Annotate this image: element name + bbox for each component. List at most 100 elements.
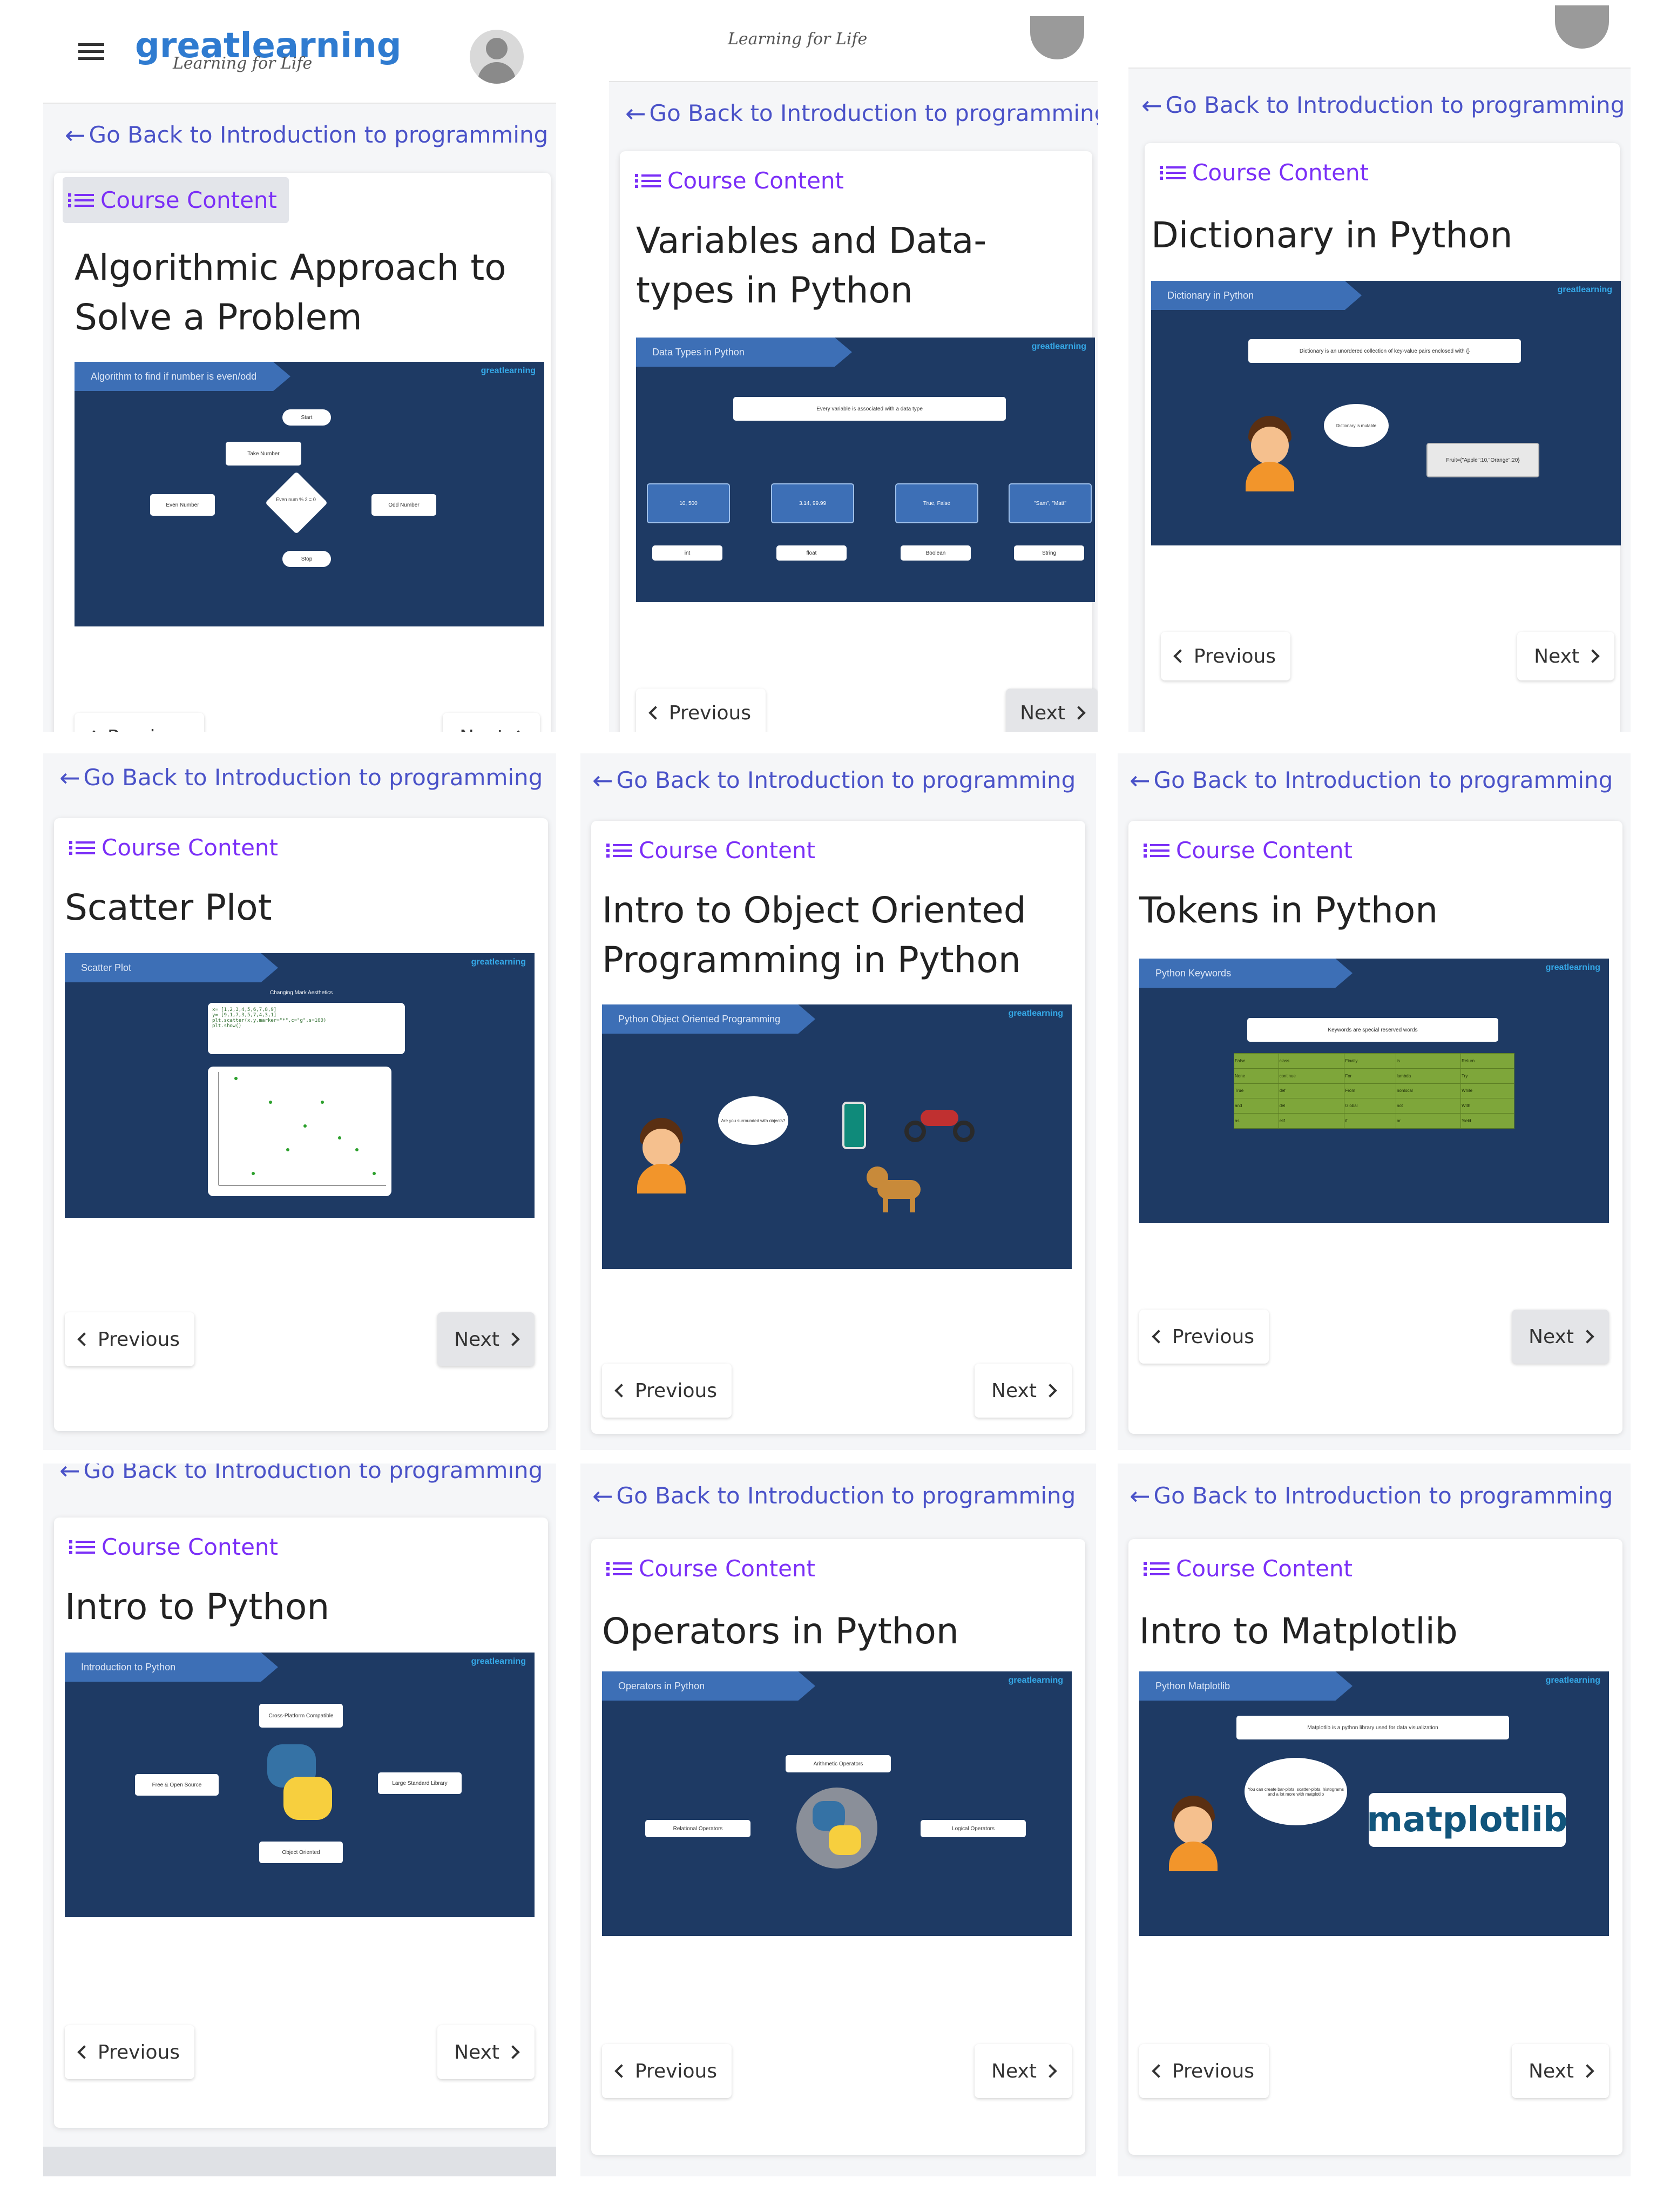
next-label: Next [991,2060,1037,2082]
next-label: Next [459,726,505,732]
next-button[interactable]: Next [1512,1310,1609,1364]
scatter-point [321,1101,324,1104]
chevron-right-icon [1580,1330,1594,1344]
screenshot-panel-9: ← Go Back to Introduction to programming … [1118,1464,1631,2176]
page-title: Dictionary in Python [1151,214,1513,256]
previous-button[interactable]: Previous [636,689,766,732]
keyword-cell: nonlocal [1395,1083,1462,1099]
scatter-point [303,1124,307,1128]
go-back-link[interactable]: ← Go Back to Introduction to programming [592,767,1076,793]
previous-button[interactable]: Previous [1139,1310,1269,1364]
next-button[interactable]: Next [1512,2044,1609,2098]
dog-icon [867,1164,926,1212]
keyword-cell: as [1234,1113,1279,1129]
menu-icon[interactable] [78,43,104,60]
next-button[interactable]: Next [437,2025,535,2079]
course-content-button[interactable]: Course Content [63,177,289,223]
go-back-label: Go Back to Introduction to programming [1165,92,1625,118]
next-button[interactable]: Next [975,2044,1072,2098]
course-content-button[interactable]: Course Content [606,1555,816,1582]
slide-heading: Introduction to Python [65,1653,278,1682]
slide-heading: Python Keywords [1139,959,1353,988]
list-icon [606,843,632,858]
content-card: Course Content Intro to Python Introduct… [54,1518,548,2128]
thought-bubble: Are you surrounded with objects? [718,1096,788,1145]
course-content-button[interactable]: Course Content [69,1534,278,1560]
go-back-link[interactable]: ← Go Back to Introduction to programming [1130,767,1613,793]
logo-tagline: Learning for Life [728,30,868,49]
previous-button[interactable]: Previous [1161,632,1290,680]
flow-even: Even Number [150,494,215,516]
course-content-button[interactable]: Course Content [1144,1555,1353,1582]
previous-button[interactable]: Previous [602,1364,732,1418]
list-icon [1160,165,1186,180]
avatar[interactable] [1030,16,1084,59]
previous-label: Previous [107,726,190,732]
course-content-label: Course Content [639,1555,816,1582]
next-button[interactable]: Next [443,713,540,732]
keyword-cell: def [1278,1083,1345,1099]
go-back-link[interactable]: ← Go Back to Introduction to programming [1130,1482,1613,1509]
slide-statement: Keywords are special reserved words [1247,1018,1498,1042]
next-button[interactable]: Next [1006,689,1098,732]
course-content-button[interactable]: Course Content [635,167,844,194]
slide-heading: Python Matplotlib [1139,1671,1353,1701]
previous-button[interactable]: Previous [1139,2044,1269,2098]
next-label: Next [1020,702,1065,724]
keyword-cell: With [1460,1098,1514,1114]
scatter-point [373,1172,376,1175]
previous-button[interactable]: Previous [75,713,204,732]
course-content-button[interactable]: Course Content [69,834,278,861]
slide-image: Introduction to Python greatlearning Cro… [65,1653,535,1917]
keyword-cell: True [1234,1083,1279,1099]
go-back-link[interactable]: ← Go Back to Introduction to programming [59,764,543,791]
chevron-left-icon [77,2045,91,2059]
previous-label: Previous [1193,645,1276,667]
chevron-right-icon [1043,2064,1057,2078]
scatter-point [286,1148,289,1151]
previous-label: Previous [668,702,752,724]
slide-image: Python Object Oriented Programming great… [602,1004,1072,1269]
list-icon [606,1561,632,1576]
screenshot-panel-6: ← Go Back to Introduction to programming … [1118,753,1631,1450]
previous-button[interactable]: Previous [65,2025,194,2079]
slide-image: Data Types in Python greatlearning Every… [636,338,1095,602]
go-back-link[interactable]: ← Go Back to Introduction to programming [1141,92,1625,118]
go-back-label: Go Back to Introduction to programming [83,1464,543,1483]
previous-button[interactable]: Previous [65,1312,194,1366]
avatar[interactable] [470,30,524,84]
page-title: Operators in Python [602,1610,959,1652]
keyword-cell: and [1234,1098,1279,1114]
keyword-cell: While [1460,1083,1514,1099]
course-content-button[interactable]: Course Content [606,837,815,864]
slide-brand: greatlearning [481,366,536,375]
go-back-link[interactable]: ← Go Back to Introduction to programming [65,122,548,148]
previous-button[interactable]: Previous [602,2044,732,2098]
value-box: 10, 500 [647,483,730,523]
screenshot-panel-7: ← Go Back to Introduction to programming … [43,1464,556,2176]
arrow-left-icon: ← [59,1464,80,1485]
go-back-link[interactable]: ← Go Back to Introduction to programming [625,100,1098,126]
keyword-cell: None [1234,1068,1279,1084]
arrow-left-icon: ← [592,765,613,795]
scatter-point [252,1172,255,1175]
go-back-link[interactable]: ← Go Back to Introduction to programming [592,1482,1076,1509]
avatar[interactable] [1555,5,1609,49]
page-title: Intro to Python [65,1586,330,1628]
chevron-right-icon [511,730,525,732]
next-button[interactable]: Next [1517,632,1614,680]
thought-bubble: You can create bar-plots, scatter-plots,… [1245,1758,1347,1825]
app-header: greatlearning Learning for Life [43,0,556,104]
next-button[interactable]: Next [437,1312,535,1366]
keyword-cell: Return [1460,1053,1514,1069]
course-content-button[interactable]: Course Content [1160,159,1369,186]
next-label: Next [1529,2060,1574,2082]
value-box: True, False [895,483,978,523]
list-icon [1144,1561,1169,1576]
course-content-button[interactable]: Course Content [1144,837,1353,864]
go-back-link[interactable]: ← Go Back to Introduction to programming [59,1464,543,1483]
scatter-point [269,1101,272,1104]
next-button[interactable]: Next [975,1364,1072,1418]
code-example: Fruit={"Apple":10,"Orange":20} [1426,443,1539,477]
code-line: y= [9,1,7,3,5,7,4,3,1] [212,1013,277,1018]
